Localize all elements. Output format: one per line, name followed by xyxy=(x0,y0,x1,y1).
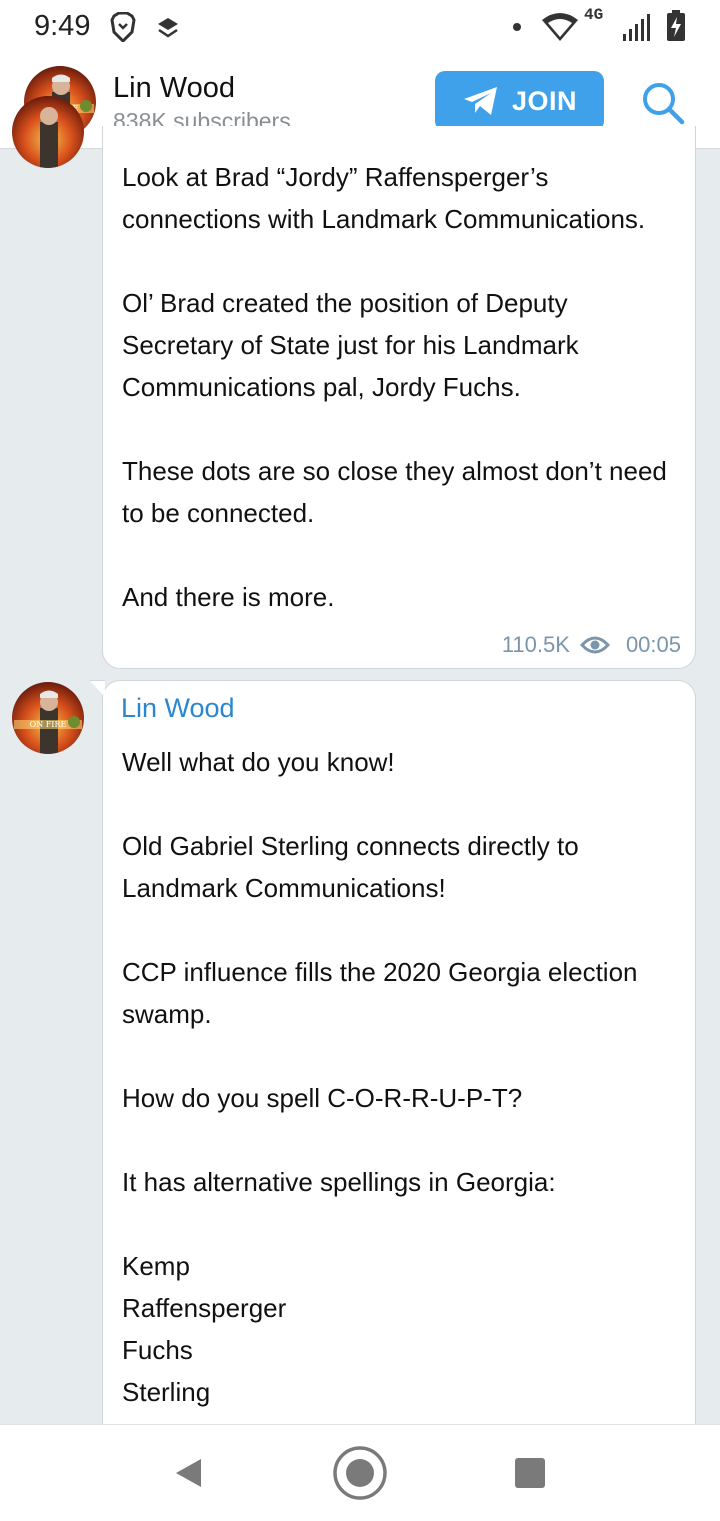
eye-icon xyxy=(579,636,610,654)
battery-charging-icon xyxy=(667,10,685,41)
message-text: Look at Brad “Jordy” Raffensperger’s con… xyxy=(122,162,667,612)
recents-button[interactable] xyxy=(500,1443,560,1503)
message-bubble[interactable]: Lin Wood Well what do you know! Old Gabr… xyxy=(102,680,696,1440)
message-avatar[interactable] xyxy=(12,96,84,168)
join-button[interactable]: JOIN xyxy=(435,71,604,131)
dot-icon xyxy=(513,23,521,31)
status-time: 9:49 xyxy=(34,10,91,42)
recents-square-icon xyxy=(515,1458,545,1488)
message-time: 00:05 xyxy=(625,632,681,657)
system-navigation-bar xyxy=(0,1424,720,1521)
avatar-caption: ON FIRE xyxy=(30,720,67,729)
view-count: 110.5K xyxy=(501,632,570,657)
home-button[interactable] xyxy=(330,1443,390,1503)
search-icon[interactable] xyxy=(640,80,686,126)
brave-lion-icon xyxy=(110,12,136,42)
channel-name: Lin Wood xyxy=(113,72,235,104)
message-bubble[interactable]: Look at Brad “Jordy” Raffensperger’s con… xyxy=(102,126,696,669)
avatar-image xyxy=(12,96,84,168)
message-author[interactable]: Lin Wood xyxy=(121,693,235,724)
wifi-icon xyxy=(542,13,578,41)
avatar-image: ON FIRE xyxy=(12,682,84,754)
network-type-label: 4G xyxy=(584,6,604,24)
back-button[interactable] xyxy=(158,1443,218,1503)
message-avatar[interactable]: ON FIRE xyxy=(12,682,84,754)
status-bar: 9:49 4G xyxy=(0,0,720,52)
layers-icon xyxy=(158,18,178,38)
telegram-plane-icon xyxy=(463,87,497,115)
message-text: Well what do you know! Old Gabriel Sterl… xyxy=(122,747,638,1407)
back-triangle-icon xyxy=(176,1459,201,1487)
signal-icon xyxy=(623,14,650,41)
join-label: JOIN xyxy=(511,85,578,116)
home-circle-icon xyxy=(333,1446,387,1500)
message-meta: 110.5K 00:05 xyxy=(502,632,681,658)
